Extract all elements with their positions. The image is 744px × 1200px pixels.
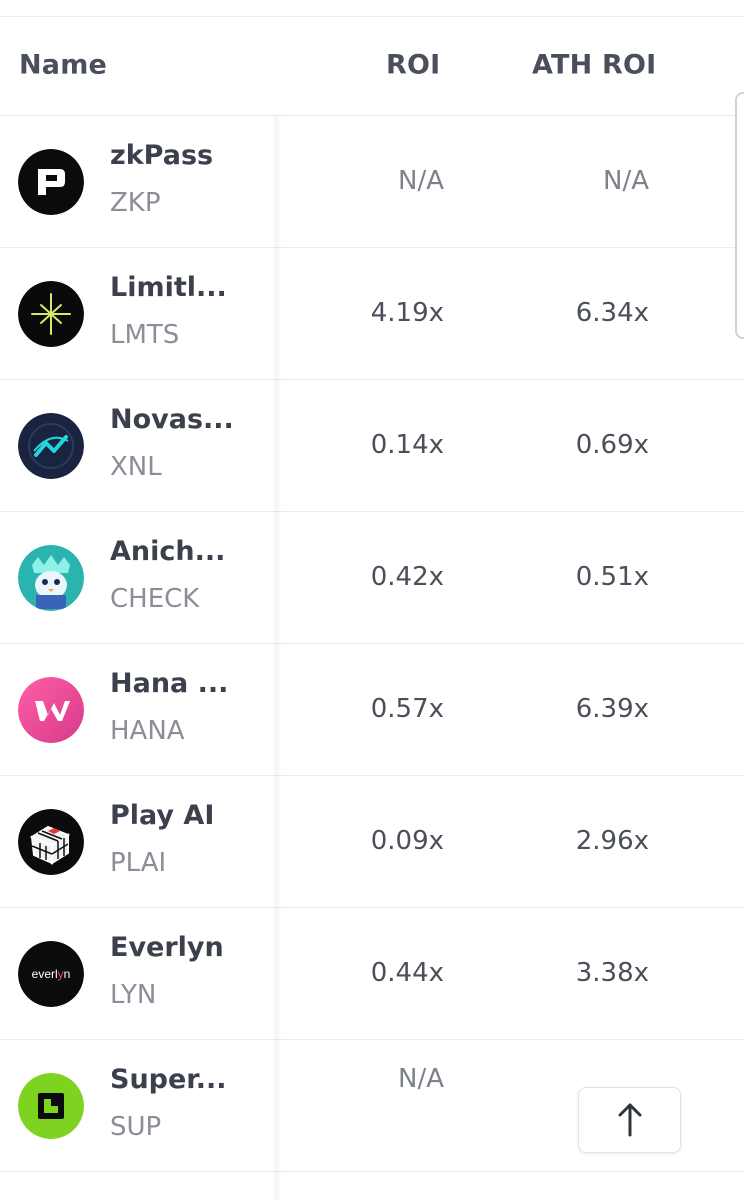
- ath-roi-value: 0.69x: [575, 430, 649, 460]
- ath-roi-value: 6.34x: [575, 298, 649, 328]
- ath-roi-value: 6.39x: [575, 694, 649, 724]
- table-row[interactable]: Limitl... LMTS 4.19x 6.34x: [0, 248, 744, 380]
- token-symbol: PLAI: [110, 848, 167, 878]
- hana-logo-icon: [18, 677, 84, 743]
- ath-roi-value: N/A: [603, 166, 649, 196]
- column-header-roi[interactable]: ROI: [386, 50, 440, 81]
- token-symbol: LYN: [110, 980, 157, 1010]
- roi-value: N/A: [398, 166, 444, 196]
- token-name[interactable]: zkPass: [110, 140, 213, 171]
- horizontal-scrollbar[interactable]: [735, 92, 744, 339]
- roi-value: N/A: [398, 1064, 444, 1094]
- limitless-logo-icon: [18, 281, 84, 347]
- roi-value: 0.57x: [370, 694, 444, 724]
- column-header-name[interactable]: Name: [19, 50, 107, 81]
- zkpass-logo-icon: [18, 149, 84, 215]
- token-symbol: XNL: [110, 452, 162, 482]
- table-header: Name ROI ATH ROI: [0, 17, 744, 116]
- table-row[interactable]: everlyn Everlyn LYN 0.44x 3.38x: [0, 908, 744, 1040]
- token-name[interactable]: Limitl...: [110, 272, 227, 303]
- roi-value: 0.14x: [370, 430, 444, 460]
- scroll-to-top-button[interactable]: [578, 1087, 681, 1153]
- token-name[interactable]: Play AI: [110, 800, 214, 831]
- table-row[interactable]: Hana ... HANA 0.57x 6.39x: [0, 644, 744, 776]
- token-name[interactable]: Novas...: [110, 404, 234, 435]
- roi-value: 4.19x: [370, 298, 444, 328]
- ath-roi-value: 0.51x: [575, 562, 649, 592]
- novastro-logo-icon: [18, 413, 84, 479]
- table-row[interactable]: Anich... CHECK 0.42x 0.51x: [0, 512, 744, 644]
- roi-value: 0.44x: [370, 958, 444, 988]
- token-name[interactable]: Anich...: [110, 536, 225, 567]
- ath-roi-value: 3.38x: [575, 958, 649, 988]
- table-row[interactable]: zkPass ZKP N/A N/A: [0, 116, 744, 248]
- svg-text:everlyn: everlyn: [32, 967, 71, 981]
- column-header-ath-roi[interactable]: ATH ROI: [532, 50, 656, 81]
- token-symbol: CHECK: [110, 584, 200, 614]
- arrow-up-icon: [618, 1103, 641, 1137]
- everlyn-logo-icon: everlyn: [18, 941, 84, 1007]
- table-row[interactable]: Novas... XNL 0.14x 0.69x: [0, 380, 744, 512]
- token-table-body: zkPass ZKP N/A N/A Limitl... LMTS 4.19x …: [0, 116, 744, 1172]
- ath-roi-value: 2.96x: [575, 826, 649, 856]
- token-symbol: ZKP: [110, 188, 161, 218]
- roi-value: 0.09x: [370, 826, 444, 856]
- roi-value: 0.42x: [370, 562, 444, 592]
- token-name[interactable]: Super...: [110, 1064, 227, 1095]
- token-symbol: HANA: [110, 716, 185, 746]
- token-name[interactable]: Everlyn: [110, 932, 224, 963]
- table-row[interactable]: Play AI PLAI 0.09x 2.96x: [0, 776, 744, 908]
- playai-logo-icon: [18, 809, 84, 875]
- token-symbol: LMTS: [110, 320, 180, 350]
- token-name[interactable]: Hana ...: [110, 668, 228, 699]
- super-logo-icon: [18, 1073, 84, 1139]
- token-symbol: SUP: [110, 1112, 162, 1142]
- anichess-logo-icon: [18, 545, 84, 611]
